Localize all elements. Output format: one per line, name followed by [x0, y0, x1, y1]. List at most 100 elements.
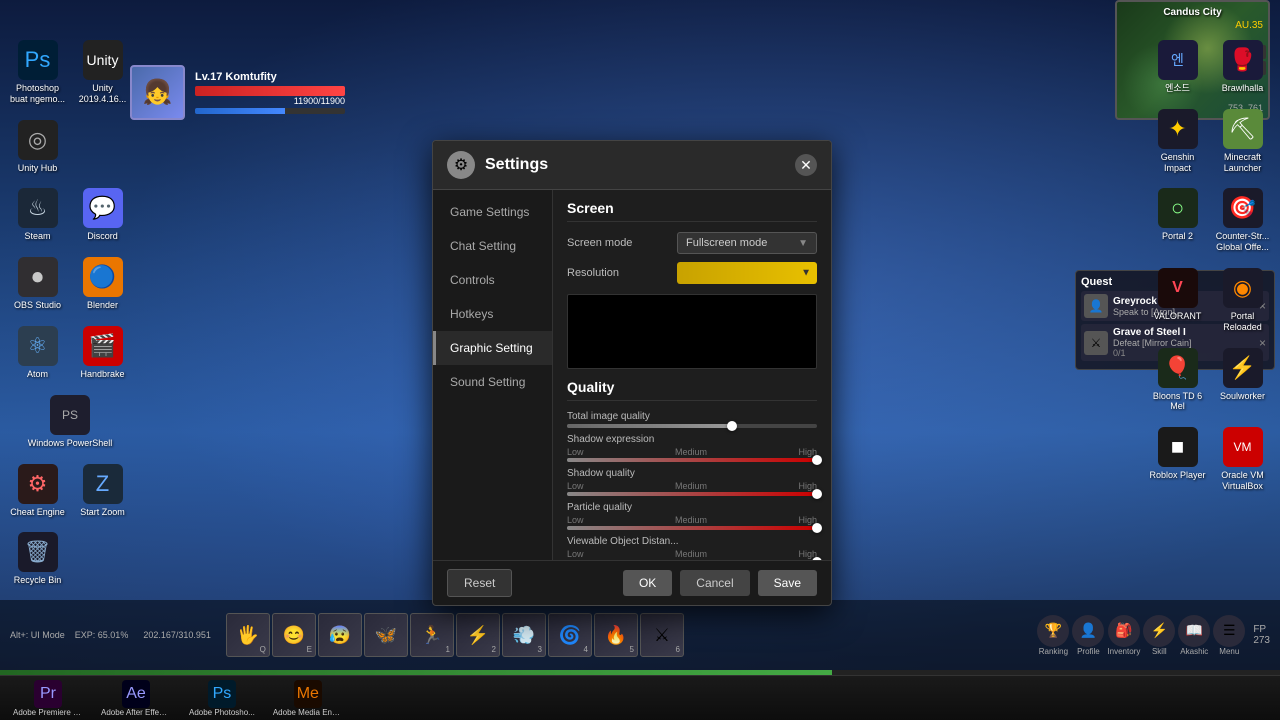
- skill-slot-6[interactable]: 🌀 4: [548, 613, 592, 657]
- resolution-label: Resolution: [567, 267, 619, 279]
- desktop-icon-handbrake[interactable]: 🎬 Handbrake: [70, 321, 135, 385]
- viewable-object-slider-labels: Low Medium High: [567, 549, 817, 559]
- profile-btn[interactable]: 👤 Profile: [1072, 615, 1104, 656]
- menu-btn[interactable]: ☰ Menu: [1213, 615, 1245, 656]
- resolution-dropdown[interactable]: [677, 262, 817, 284]
- handbrake-icon: 🎬: [83, 326, 123, 366]
- desktop-icon-portal-reloaded[interactable]: ◉ Portal Reloaded: [1210, 263, 1275, 338]
- nav-controls[interactable]: Controls: [433, 263, 552, 297]
- akashic-btn[interactable]: 📖 Akashic: [1178, 615, 1210, 656]
- cancel-button[interactable]: Cancel: [680, 570, 749, 596]
- skill-slot-3[interactable]: 🏃 1: [410, 613, 454, 657]
- skill-slot-q[interactable]: 🖐 Q: [226, 613, 270, 657]
- particle-quality-label: Particle quality: [567, 502, 817, 513]
- skill-slot-2[interactable]: 🦋: [364, 613, 408, 657]
- icon-row-8: 🗑 Recycle Bin: [5, 527, 135, 591]
- taskbar-app-premiere[interactable]: Pr Adobe Premiere Pr...: [5, 678, 91, 719]
- desktop-icon-ensod[interactable]: 엔 엔소드: [1145, 35, 1210, 99]
- taskbar-app-aftereffects[interactable]: Ae Adobe After Effects 2020: [93, 678, 179, 719]
- icon-row-4: ⏺ OBS Studio 🔵 Blender: [5, 252, 135, 316]
- desktop-icon-unity[interactable]: Unity Unity 2019.4.16...: [70, 35, 135, 110]
- taskbar-app-photoshop[interactable]: Ps Adobe Photosho...: [181, 678, 263, 719]
- desktop-icon-recycle[interactable]: 🗑 Recycle Bin: [5, 527, 70, 591]
- total-image-quality-track[interactable]: [567, 424, 817, 428]
- desktop-icon-blender[interactable]: 🔵 Blender: [70, 252, 135, 316]
- skill-slot-e[interactable]: 😊 E: [272, 613, 316, 657]
- right-row-6: ■ Roblox Player VM Oracle VM VirtualBox: [1145, 422, 1275, 497]
- minecraft-icon: ⛏: [1223, 109, 1263, 149]
- genshin-icon: ✦: [1158, 109, 1198, 149]
- reset-button[interactable]: Reset: [447, 569, 512, 597]
- desktop-icon-soulworker[interactable]: ⚡ Soulworker: [1210, 343, 1275, 418]
- nav-hotkeys[interactable]: Hotkeys: [433, 297, 552, 331]
- bloons-icon: 🎈: [1158, 348, 1198, 388]
- brawlhalla-label: Brawlhalla: [1222, 83, 1264, 94]
- desktop-icon-atom[interactable]: ⚛ Atom: [5, 321, 70, 385]
- valorant-label: VALORANT: [1154, 311, 1202, 322]
- skill-slot-5[interactable]: 💨 3: [502, 613, 546, 657]
- particle-quality-fill: [567, 526, 817, 530]
- inventory-btn[interactable]: 🎒 Inventory: [1107, 615, 1140, 656]
- screen-mode-dropdown[interactable]: Fullscreen mode ▼: [677, 232, 817, 254]
- taskbar-app-mediaencoder[interactable]: Me Adobe Media Encoder 2020: [265, 678, 351, 719]
- settings-modal: ⚙ Settings ✕ Game Settings Chat Setting …: [432, 140, 832, 606]
- desktop-icon-obs[interactable]: ⏺ OBS Studio: [5, 252, 70, 316]
- shadow-quality-thumb: [812, 489, 822, 499]
- icon-row-7: ⚙ Cheat Engine Z Start Zoom: [5, 459, 135, 523]
- skill-slot-7[interactable]: 🔥 5: [594, 613, 638, 657]
- skill-key-8: 6: [675, 645, 679, 654]
- skill-btn[interactable]: ⚡ Skill: [1143, 615, 1175, 656]
- right-row-4: V VALORANT ◉ Portal Reloaded: [1145, 263, 1275, 338]
- desktop-icon-powershell[interactable]: PS Windows PowerShell: [5, 390, 135, 454]
- desktop-icon-minecraft[interactable]: ⛏ Minecraft Launcher: [1210, 104, 1275, 179]
- desktop-icon-counter-strike[interactable]: 🎯 Counter-Str... Global Offe...: [1210, 183, 1275, 258]
- nav-game-settings[interactable]: Game Settings: [433, 195, 552, 229]
- desktop-icon-brawlhalla[interactable]: 🥊 Brawlhalla: [1210, 35, 1275, 99]
- desktop-icon-roblox[interactable]: ■ Roblox Player: [1145, 422, 1210, 497]
- nav-graphic-setting[interactable]: Graphic Setting: [433, 331, 552, 365]
- skill-slot-8[interactable]: ⚔ 6: [640, 613, 684, 657]
- ranking-btn[interactable]: 🏆 Ranking: [1037, 615, 1069, 656]
- desktop-icon-genshin[interactable]: ✦ Genshin Impact: [1145, 104, 1210, 179]
- ok-button[interactable]: OK: [623, 570, 672, 596]
- desktop-icon-cheatengine[interactable]: ⚙ Cheat Engine: [5, 459, 70, 523]
- skill-slot-1[interactable]: 😰: [318, 613, 362, 657]
- startzoom-label: Start Zoom: [80, 507, 125, 518]
- unity-hub-label: Unity Hub: [18, 163, 58, 174]
- particle-quality-track[interactable]: [567, 526, 817, 530]
- shadow-expression-slider-labels: Low Medium High: [567, 447, 817, 457]
- shadow-expression-track[interactable]: [567, 458, 817, 462]
- desktop-icon-steam[interactable]: ♨ Steam: [5, 183, 70, 247]
- desktop-icon-valorant[interactable]: V VALORANT: [1145, 263, 1210, 338]
- desktop-icon-startzoom[interactable]: Z Start Zoom: [70, 459, 135, 523]
- desktop-icon-oracle[interactable]: VM Oracle VM VirtualBox: [1210, 422, 1275, 497]
- icon-row-3: ♨ Steam 💬 Discord: [5, 183, 135, 247]
- nav-chat-setting[interactable]: Chat Setting: [433, 229, 552, 263]
- nav-sound-setting[interactable]: Sound Setting: [433, 365, 552, 399]
- photoshop-taskbar-icon: Ps: [208, 680, 236, 708]
- aftereffects-taskbar-icon: Ae: [122, 680, 150, 708]
- oracle-label: Oracle VM VirtualBox: [1213, 470, 1272, 492]
- desktop-icon-bloons[interactable]: 🎈 Bloons TD 6 Mel: [1145, 343, 1210, 418]
- screen-mode-label: Screen mode: [567, 237, 632, 249]
- right-row-1: 엔 엔소드 🥊 Brawlhalla: [1145, 35, 1275, 99]
- low-label: Low: [567, 447, 584, 457]
- desktop-icon-portal2[interactable]: ○ Portal 2: [1145, 183, 1210, 258]
- desktop-icon-unity-hub[interactable]: ◎ Unity Hub: [5, 115, 70, 179]
- skill-slot-4[interactable]: ⚡ 2: [456, 613, 500, 657]
- shadow-expression-thumb: [812, 455, 822, 465]
- settings-title: Settings: [485, 156, 795, 174]
- exp-text: EXP: 65.01%: [75, 630, 129, 640]
- desktop-icon-photoshop[interactable]: Ps Photoshop buat ngemo...: [5, 35, 70, 110]
- total-image-quality-fill: [567, 424, 732, 428]
- shadow-quality-track[interactable]: [567, 492, 817, 496]
- save-button[interactable]: Save: [758, 570, 817, 596]
- total-image-quality-track-container: [567, 424, 817, 428]
- screen-mode-control: Fullscreen mode ▼: [632, 232, 817, 254]
- screen-mode-value: Fullscreen mode: [686, 237, 767, 249]
- desktop-icon-discord[interactable]: 💬 Discord: [70, 183, 135, 247]
- dropdown-arrow-icon: ▼: [798, 238, 808, 249]
- settings-close-button[interactable]: ✕: [795, 154, 817, 176]
- skill-slot-7-icon: 🔥: [605, 625, 627, 646]
- cheatengine-icon: ⚙: [18, 464, 58, 504]
